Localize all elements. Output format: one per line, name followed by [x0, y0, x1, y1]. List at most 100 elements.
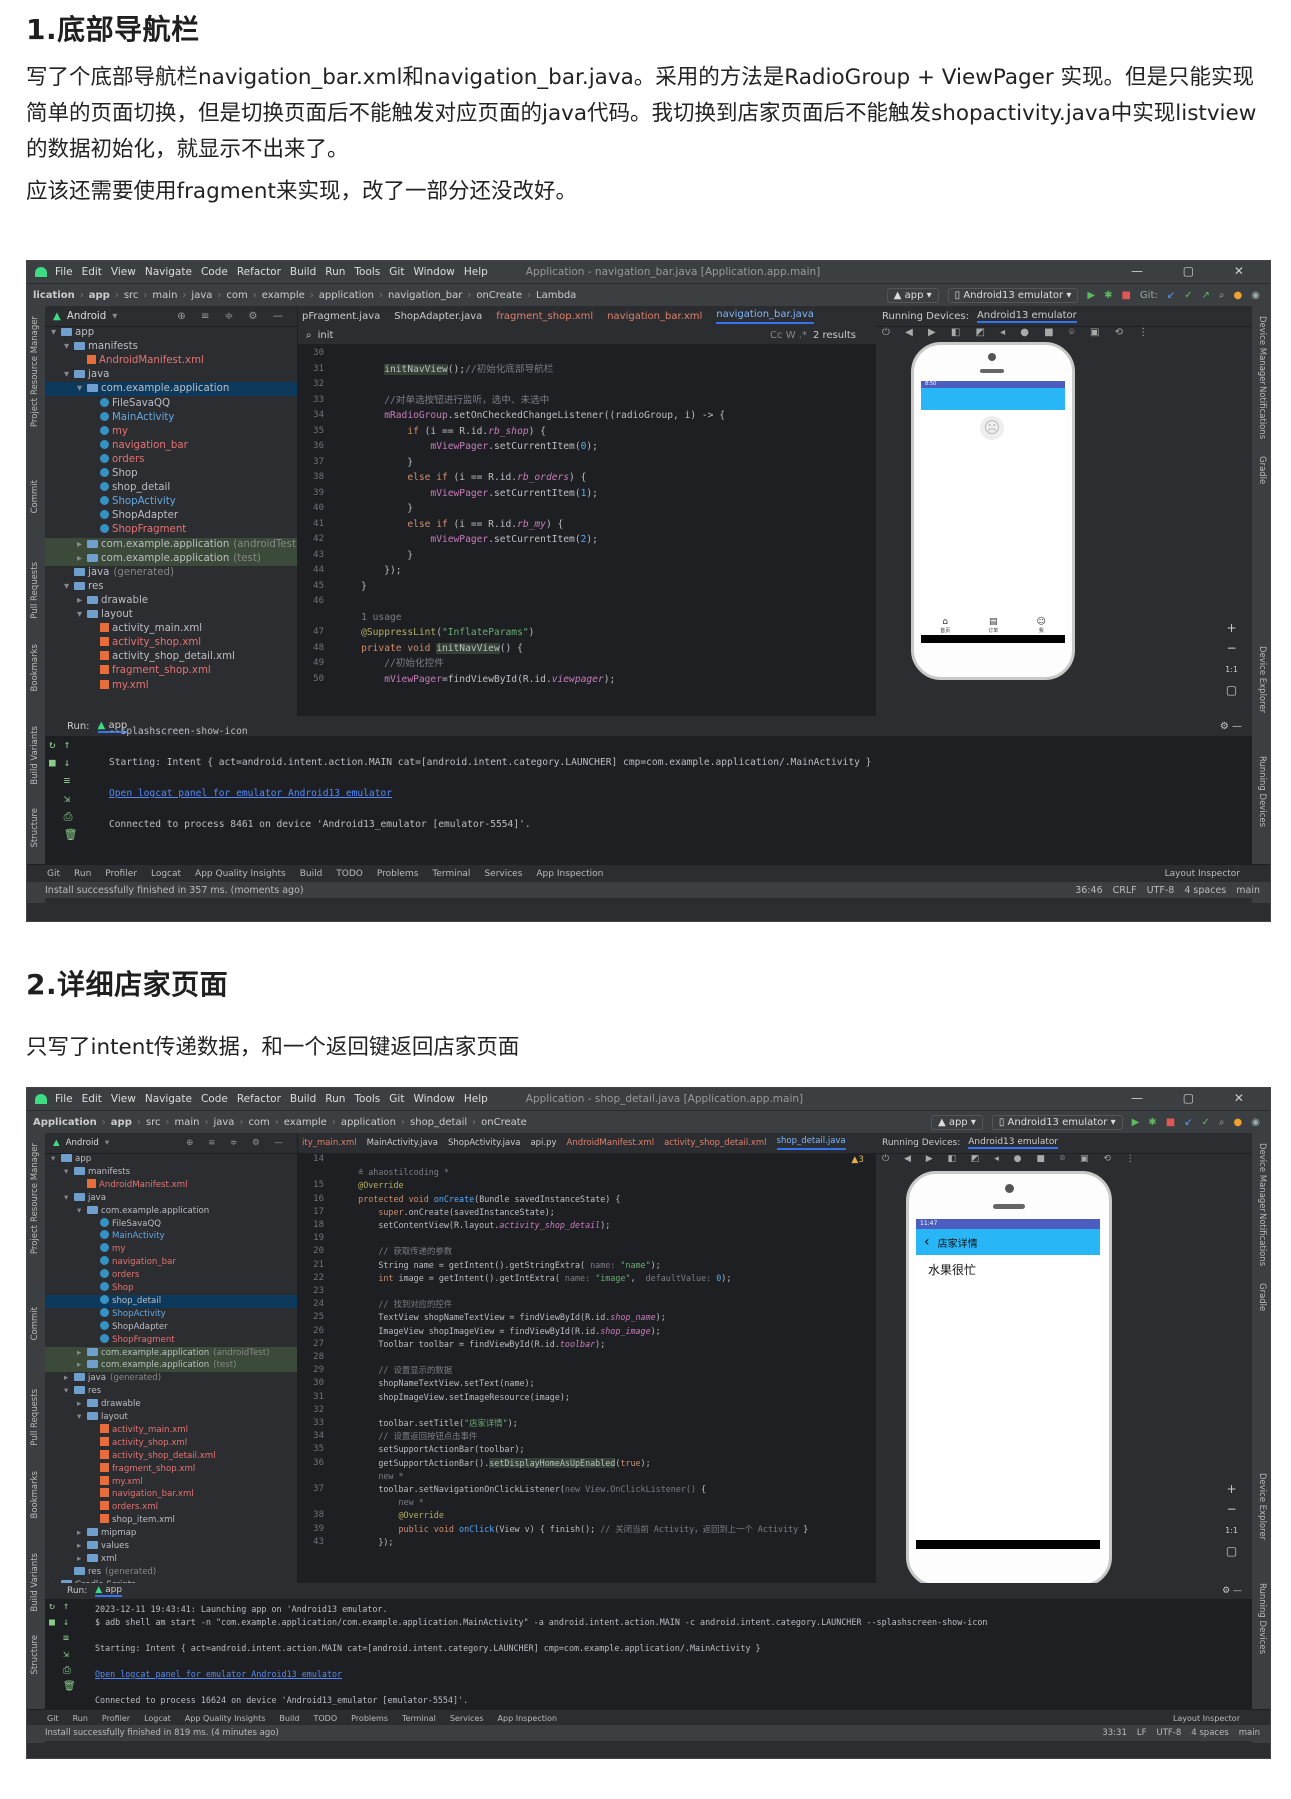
- breadcrumb-item[interactable]: example: [284, 1117, 327, 1128]
- code-area[interactable]: 30 31 initNavView();//初始化底部导航栏 32 33 //对单选按…: [298, 346, 876, 716]
- status-item[interactable]: UTF-8: [1156, 1728, 1181, 1738]
- breadcrumb-item[interactable]: java: [213, 1117, 234, 1128]
- device-select[interactable]: ▯ Android13 emulator ▾: [947, 287, 1079, 303]
- expand-arrow-icon[interactable]: ▾: [77, 382, 87, 396]
- code-line[interactable]: 49 //初始化控件: [298, 656, 876, 672]
- tree-item[interactable]: java (generated): [45, 566, 297, 580]
- tool-window-project[interactable]: Project: [30, 398, 40, 427]
- code-line[interactable]: 23: [298, 1285, 876, 1298]
- tree-item[interactable]: orders.xml: [45, 1501, 297, 1514]
- tool-window-commit[interactable]: Commit: [30, 1307, 40, 1340]
- zoom-controls[interactable]: + −1:1 ▢: [1225, 1479, 1238, 1561]
- tree-item[interactable]: my.xml: [45, 1475, 297, 1489]
- tool-window-build-variants[interactable]: Build Variants: [30, 726, 40, 785]
- expand-arrow-icon[interactable]: ▾: [64, 1166, 74, 1179]
- device-tab[interactable]: Android13 emulator: [968, 1137, 1059, 1149]
- tool-window-resource-manager[interactable]: Resource Manager: [30, 1143, 40, 1222]
- expand-arrow-icon[interactable]: ▸: [77, 552, 87, 566]
- editor-tab[interactable]: fragment_shop.xml: [496, 311, 593, 322]
- tool-todo[interactable]: TODO: [313, 1714, 337, 1723]
- project-panel-tools[interactable]: ⊕ ≡ ≑ ⚙ —: [186, 1138, 297, 1148]
- nav-home[interactable]: ⌂ 首页: [940, 617, 950, 634]
- tool-window-gradle[interactable]: Gradle: [1257, 1283, 1267, 1311]
- breadcrumb-item[interactable]: main: [152, 290, 177, 301]
- tool-window-pull-requests[interactable]: Pull Requests: [30, 562, 40, 619]
- tool-problems[interactable]: Problems: [377, 869, 418, 879]
- tree-item[interactable]: activity_shop.xml: [45, 636, 297, 650]
- code-line[interactable]: 47 @SuppressLint("InflateParams"): [298, 625, 876, 641]
- tree-item[interactable]: ▸ com.example.application (test): [45, 1359, 297, 1373]
- tree-item[interactable]: res (generated): [45, 1566, 297, 1579]
- status-item[interactable]: CRLF: [1113, 885, 1137, 896]
- breadcrumb-item[interactable]: lication: [33, 290, 75, 301]
- code-line[interactable]: 37 toolbar.setNavigationOnClickListener(…: [298, 1483, 876, 1496]
- expand-arrow-icon[interactable]: ▸: [77, 538, 87, 552]
- status-item[interactable]: main: [1236, 885, 1260, 896]
- find-options[interactable]: Cc W .*: [770, 330, 807, 341]
- code-line[interactable]: 31 shopImageView.setImageResource(image)…: [298, 1391, 876, 1404]
- code-line[interactable]: 34 mRadioGroup.setOnCheckedChangeListene…: [298, 408, 876, 424]
- tool-app-inspection[interactable]: App Inspection: [498, 1714, 558, 1723]
- run-icon[interactable]: ▶: [1087, 290, 1095, 301]
- code-line[interactable]: 29 // 设置显示的数据: [298, 1364, 876, 1377]
- code-line[interactable]: 35 if (i == R.id.rb_shop) {: [298, 424, 876, 440]
- tool-logcat[interactable]: Logcat: [151, 869, 181, 879]
- tree-item[interactable]: FileSavaQQ: [45, 1217, 297, 1231]
- code-line[interactable]: 1 usage: [298, 610, 876, 626]
- menu-refactor[interactable]: Refactor: [237, 266, 281, 278]
- tool-git[interactable]: Git: [47, 869, 60, 879]
- tool-window-device-manager[interactable]: Device Manager: [1257, 1143, 1267, 1212]
- expand-arrow-icon[interactable]: ▸: [77, 1540, 87, 1553]
- code-line[interactable]: 33 toolbar.setTitle("店家详情");: [298, 1417, 876, 1430]
- tree-item[interactable]: shop_item.xml: [45, 1514, 297, 1527]
- menu-navigate[interactable]: Navigate: [145, 266, 192, 278]
- code-area[interactable]: 14 ≗ ahaostilcoding * 15 @Override 16 prot…: [298, 1153, 876, 1583]
- tree-item[interactable]: ▾ java: [45, 368, 297, 382]
- tool-window-project[interactable]: Project: [30, 1225, 40, 1254]
- menu-build[interactable]: Build: [290, 266, 316, 278]
- code-line[interactable]: 39 public void onClick(View v) { finish(…: [298, 1523, 876, 1536]
- breadcrumb-item[interactable]: app: [111, 1117, 132, 1128]
- breadcrumb-item[interactable]: Application: [33, 1117, 97, 1128]
- code-line[interactable]: 32: [298, 377, 876, 393]
- code-line[interactable]: 32: [298, 1404, 876, 1417]
- debug-icon[interactable]: ✱: [1148, 1117, 1156, 1128]
- breadcrumb-item[interactable]: shop_detail: [410, 1117, 467, 1128]
- tool-app-quality-insights[interactable]: App Quality Insights: [195, 869, 286, 879]
- tree-item[interactable]: ▸ mipmap: [45, 1527, 297, 1540]
- editor-tab[interactable]: navigation_bar.java: [716, 309, 814, 324]
- breadcrumb-item[interactable]: application: [319, 290, 374, 301]
- tree-item[interactable]: ▾ app: [45, 326, 297, 340]
- menu-window[interactable]: Window: [413, 1093, 454, 1105]
- tree-item[interactable]: fragment_shop.xml: [45, 664, 297, 678]
- tool-window-running-devices[interactable]: Running Devices: [1257, 1583, 1267, 1654]
- tool-profiler[interactable]: Profiler: [105, 869, 137, 879]
- zoom-controls[interactable]: + −1:1 ▢: [1225, 618, 1238, 700]
- tree-item[interactable]: activity_shop_detail.xml: [45, 1449, 297, 1463]
- tree-item[interactable]: ShopAdapter: [45, 1320, 297, 1334]
- run-config-select[interactable]: ▲ app ▾: [930, 1114, 983, 1130]
- code-line[interactable]: 16 protected void onCreate(Bundle savedI…: [298, 1193, 876, 1206]
- tree-item[interactable]: ShopActivity: [45, 495, 297, 509]
- expand-arrow-icon[interactable]: ▾: [51, 326, 61, 340]
- expand-arrow-icon[interactable]: ▸: [64, 1372, 74, 1385]
- breadcrumb-item[interactable]: src: [124, 290, 139, 301]
- breadcrumb-item[interactable]: Lambda: [536, 290, 576, 301]
- git-update-icon[interactable]: ↙: [1184, 1117, 1192, 1128]
- logcat-link[interactable]: Open logcat panel for emulator Android13…: [95, 1668, 1242, 1681]
- tree-item[interactable]: ▾ java: [45, 1192, 297, 1205]
- tree-item[interactable]: MainActivity: [45, 411, 297, 425]
- git-push-icon[interactable]: ↗: [1202, 290, 1210, 301]
- tool-terminal[interactable]: Terminal: [432, 869, 470, 879]
- debug-icon[interactable]: ✱: [1104, 290, 1112, 301]
- code-line[interactable]: 36 getSupportActionBar().setDisplayHomeA…: [298, 1457, 876, 1470]
- menu-help[interactable]: Help: [464, 266, 488, 278]
- device-select[interactable]: ▯ Android13 emulator ▾: [991, 1114, 1123, 1130]
- layout-inspector-button[interactable]: Layout Inspector: [1165, 869, 1270, 879]
- code-line[interactable]: 20 // 获取传递的参数: [298, 1245, 876, 1258]
- tree-item[interactable]: Shop: [45, 467, 297, 481]
- status-item[interactable]: 33:31: [1102, 1728, 1127, 1738]
- tool-window-device-manager[interactable]: Device Manager: [1257, 316, 1267, 385]
- tree-item[interactable]: ▾ layout: [45, 1411, 297, 1424]
- tree-item[interactable]: navigation_bar: [45, 1256, 297, 1269]
